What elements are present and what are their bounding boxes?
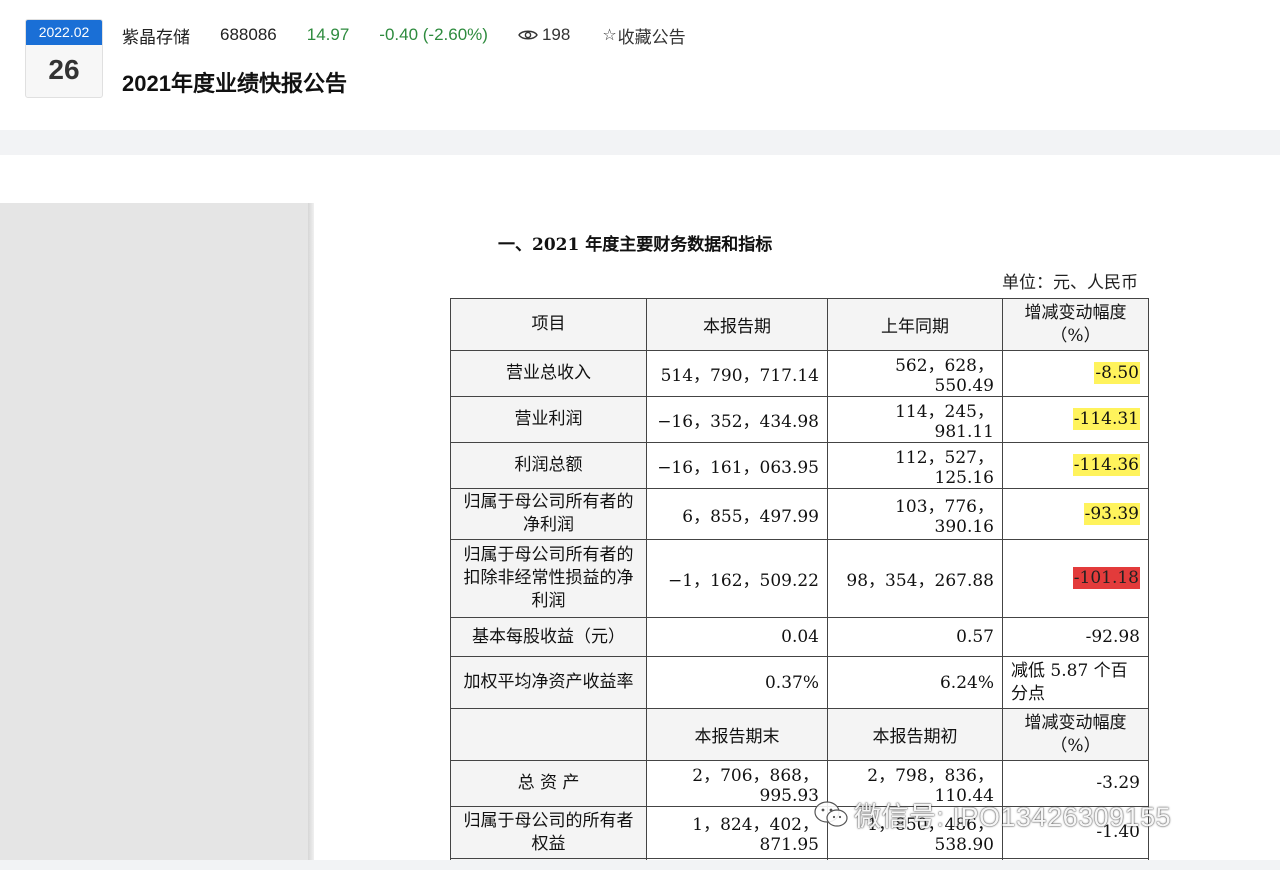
row-item-label: 归属于母公司的所有者权益 xyxy=(450,806,647,859)
change-percent-value: 减低 5.87 个百分点 xyxy=(1002,656,1149,709)
unit-label: 单位：元、人民币 xyxy=(1002,273,1138,293)
table-header-cell: 增减变动幅度（%） xyxy=(1002,298,1149,351)
current-period-value: 514，790，717.14 xyxy=(646,350,828,397)
highlighted-value: -101.18 xyxy=(1072,567,1140,589)
stock-code: 688086 xyxy=(220,25,277,44)
prior-period-value: 103，776，390.16 xyxy=(827,488,1003,540)
change-percent-value: -93.39 xyxy=(1002,488,1149,540)
prior-period-value: 562，628，550.49 xyxy=(827,350,1003,397)
table-header-cell: 增减变动幅度（%） xyxy=(1002,708,1149,761)
current-period-value: −16，352，434.98 xyxy=(646,396,828,443)
table-header-cell xyxy=(450,708,647,761)
document-page-edge xyxy=(308,203,314,860)
change-percent-value: -101.18 xyxy=(1002,539,1149,618)
watermark-text: 微信号: IPO13426309155 xyxy=(854,802,1172,832)
wechat-watermark: 微信号: IPO13426309155 xyxy=(812,795,1171,834)
table-row: 加权平均净资产收益率 0.37% 6.24% 减低 5.87 个百分点 xyxy=(450,656,1149,709)
prior-period-value: 0.57 xyxy=(827,617,1003,657)
prior-period-value: 98，354，267.88 xyxy=(827,539,1003,618)
table-header-cell: 本报告期初 xyxy=(827,708,1003,761)
table-header-cell: 本报告期末 xyxy=(646,708,828,761)
current-period-value: 0.37% xyxy=(646,656,828,709)
view-count-value: 198 xyxy=(541,25,571,44)
table-row: 营业利润 −16，352，434.98 114，245，981.11 -114.31 xyxy=(450,396,1149,443)
row-item-label: 归属于母公司所有者的净利润 xyxy=(450,488,647,540)
favorite-label: 收藏公告 xyxy=(617,27,686,47)
table-header-cell: 项目 xyxy=(450,298,647,351)
row-item-label: 营业利润 xyxy=(450,396,647,443)
table-row: 基本每股收益（元） 0.04 0.57 -92.98 xyxy=(450,617,1149,657)
page-title: 2021年度业绩快报公告 xyxy=(122,71,347,96)
row-item-label: 加权平均净资产收益率 xyxy=(450,656,647,709)
financial-data-table: 项目 本报告期 上年同期 增减变动幅度（%） 营业总收入 514，790，717.14 56… xyxy=(450,298,1149,870)
table-header-row: 本报告期末 本报告期初 增减变动幅度（%） xyxy=(450,708,1149,761)
change-percent-value: -8.50 xyxy=(1002,350,1149,397)
current-period-value: 6，855，497.99 xyxy=(646,488,828,540)
table-row: 归属于母公司所有者的扣除非经常性损益的净利润 −1，162，509.22 98，35… xyxy=(450,539,1149,618)
date-day: 26 xyxy=(48,54,80,85)
table-header-row: 项目 本报告期 上年同期 增减变动幅度（%） xyxy=(450,298,1149,351)
highlighted-value: -114.36 xyxy=(1072,454,1140,476)
change-percent-value: -92.98 xyxy=(1002,617,1149,657)
stock-price: 14.97 xyxy=(306,25,350,44)
announcement-header: 2022.02 26 紫晶存储 688086 14.97 -0.40 (-2.6… xyxy=(0,0,1280,130)
prior-period-value: 6.24% xyxy=(827,656,1003,709)
stock-meta-row: 紫晶存储 688086 14.97 -0.40 (-2.60%) 198 ☆ 收… xyxy=(122,22,716,48)
prior-period-value: 114，245，981.11 xyxy=(827,396,1003,443)
row-item-label: 归属于母公司所有者的扣除非经常性损益的净利润 xyxy=(450,539,647,618)
table-row: 营业总收入 514，790，717.14 562，628，550.49 -8.50 xyxy=(450,350,1149,397)
table-header-cell: 本报告期 xyxy=(646,298,828,351)
table-row: 归属于母公司所有者的净利润 6，855，497.99 103，776，390.16 -… xyxy=(450,488,1149,540)
date-badge: 2022.02 26 xyxy=(25,19,103,98)
current-period-value: −1，162，509.22 xyxy=(646,539,828,618)
row-item-label: 总 资 产 xyxy=(450,760,647,807)
current-period-value: −16，161，063.95 xyxy=(646,442,828,489)
section-title: 一、2021 年度主要财务数据和指标 xyxy=(498,235,773,255)
current-period-value: 2，706，868，995.93 xyxy=(646,760,828,807)
current-period-value: 0.04 xyxy=(646,617,828,657)
highlighted-value: -114.31 xyxy=(1072,408,1140,430)
highlighted-value: -8.50 xyxy=(1094,362,1140,384)
table-header-cell: 上年同期 xyxy=(827,298,1003,351)
header-divider-band xyxy=(0,130,1280,155)
row-item-label: 利润总额 xyxy=(450,442,647,489)
current-period-value: 1，824，402，871.95 xyxy=(646,806,828,859)
change-percent-value: -114.31 xyxy=(1002,396,1149,443)
change-percent-value: -114.36 xyxy=(1002,442,1149,489)
wechat-icon xyxy=(814,800,848,827)
footer-band xyxy=(0,860,1280,870)
row-item-label: 基本每股收益（元） xyxy=(450,617,647,657)
eye-icon xyxy=(518,30,538,40)
stock-name-link[interactable]: 紫晶存储 xyxy=(122,23,190,48)
row-item-label: 营业总收入 xyxy=(450,350,647,397)
date-year-month: 2022.02 xyxy=(26,20,102,45)
star-outline-icon: ☆ xyxy=(602,27,617,44)
document-viewer-background xyxy=(0,203,312,860)
favorite-announcement-button[interactable]: ☆ 收藏公告 xyxy=(602,23,685,48)
view-count: 198 xyxy=(518,25,570,45)
table-row: 利润总额 −16，161，063.95 112，527，125.16 -114.36 xyxy=(450,442,1149,489)
stock-change: -0.40 (-2.60%) xyxy=(379,25,488,44)
prior-period-value: 112，527，125.16 xyxy=(827,442,1003,489)
highlighted-value: -93.39 xyxy=(1083,502,1140,525)
